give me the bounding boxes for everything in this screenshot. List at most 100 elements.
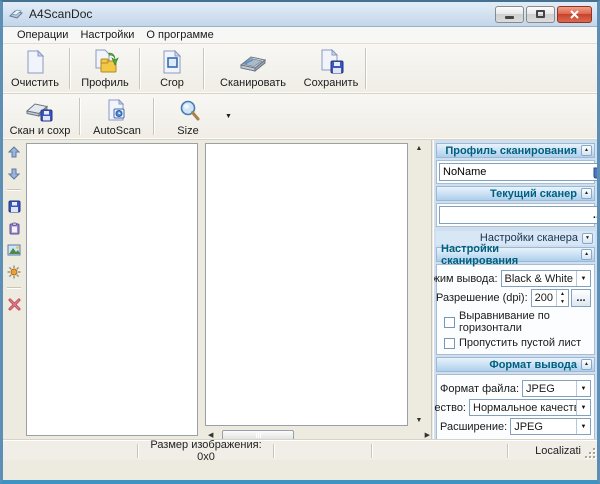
delete-page-button[interactable] (5, 296, 23, 312)
image-button[interactable] (5, 242, 23, 258)
output-format-panel-body: Формат файла: JPEG ▼ Качество: Нормально… (434, 374, 595, 441)
resolution-value: 200 (534, 292, 553, 304)
profile-button-label: Профиль (81, 77, 129, 89)
workspace: ▲ ▼ ◀ ▶ Профиль сканирования ▲ NoName Те… (3, 140, 597, 463)
image-size-status: Размер изображения: 0x0 (150, 438, 262, 463)
status-separator (371, 444, 373, 458)
move-down-button[interactable] (5, 166, 23, 182)
scan-button[interactable]: Сканировать (207, 44, 299, 93)
close-button[interactable] (557, 5, 592, 23)
crop-button[interactable]: Crop (143, 44, 201, 93)
toolbar-separator (7, 287, 21, 289)
output-format-title: Формат вывода (489, 358, 577, 371)
scroll-left-icon[interactable]: ◀ (205, 432, 216, 439)
spin-down-icon[interactable]: ▼ (557, 298, 568, 306)
scan-and-save-button-label: Скан и сохр (9, 125, 71, 137)
preview-vertical-scrollbar[interactable]: ▲ ▼ (408, 143, 430, 426)
scan-settings-panel-body: Режим вывода: Black & White ▼ Разрешение… (434, 264, 595, 355)
move-up-button[interactable] (5, 144, 23, 160)
page-toolbar (3, 140, 25, 460)
menu-about[interactable]: О программе (140, 28, 219, 42)
output-format-panel-header: Формат вывода ▲ (436, 357, 595, 372)
menu-settings[interactable]: Настройки (74, 28, 140, 42)
skip-blank-label: Пропустить пустой лист (459, 337, 582, 349)
app-window: A4ScanDoc Операции Настройки О программе… (0, 0, 600, 484)
extension-value: JPEG (514, 420, 543, 433)
menu-operations[interactable]: Операции (11, 28, 74, 42)
secondary-toolbar: Скан и сохр AutoScan Size ▼ (3, 94, 597, 140)
scanner-name-input[interactable] (439, 206, 588, 224)
pages-list-panel[interactable] (26, 143, 198, 436)
close-icon (570, 9, 579, 19)
status-bar: Размер изображения: 0x0 Localizati (3, 438, 597, 463)
quality-value: Нормальное качество (473, 401, 576, 414)
scanner-select-button[interactable]: ... (588, 206, 597, 224)
collapse-panel-button[interactable]: ▲ (581, 359, 592, 370)
collapse-panel-button[interactable]: ▲ (581, 188, 592, 199)
output-mode-combobox[interactable]: Black & White ▼ (500, 270, 591, 287)
brightness-icon (7, 265, 21, 279)
autoscan-button[interactable]: AutoScan (83, 94, 151, 139)
move-down-icon (8, 168, 20, 180)
clear-button[interactable]: Очистить (3, 44, 67, 93)
skip-blank-checkbox[interactable] (444, 337, 455, 349)
skip-blank-option[interactable]: Пропустить пустой лист (444, 337, 591, 349)
chevron-down-icon: ▼ (576, 381, 590, 396)
profile-button[interactable]: Профиль (73, 44, 137, 93)
resolution-browse-button[interactable]: ... (571, 289, 591, 307)
image-preview-panel[interactable] (205, 143, 408, 426)
scroll-down-icon[interactable]: ▼ (413, 417, 426, 424)
resize-grip[interactable] (584, 447, 596, 459)
extension-combobox[interactable]: JPEG ▼ (510, 418, 591, 435)
save-page-button[interactable] (5, 198, 23, 214)
spin-up-icon[interactable]: ▲ (557, 290, 568, 298)
chevron-down-icon: ▼ (576, 271, 590, 286)
align-horizontal-label: Выравнивание по горизонтали (459, 310, 550, 334)
save-button-label: Сохранить (303, 77, 359, 89)
clear-button-label: Очистить (11, 77, 59, 89)
scan-settings-title: Настройки сканирования (441, 242, 519, 267)
open-profile-button[interactable] (590, 164, 597, 180)
clear-page-icon (27, 49, 45, 74)
paste-icon (9, 222, 19, 234)
align-horizontal-checkbox[interactable] (444, 316, 455, 328)
profile-name-input[interactable] (439, 163, 588, 181)
maximize-icon (536, 10, 545, 18)
toolbar-separator (79, 98, 81, 135)
extension-label: Расширение: (440, 420, 508, 433)
delete-icon (8, 298, 20, 310)
window-title: A4ScanDoc (29, 7, 93, 21)
size-button[interactable]: Size (157, 94, 219, 139)
toolbar-separator (69, 48, 71, 89)
paste-button[interactable] (5, 220, 23, 236)
localization-status: Localizati (535, 444, 581, 457)
profile-panel-title: Профиль сканирования (445, 144, 577, 157)
toolbar-separator (365, 48, 367, 89)
file-format-combobox[interactable]: JPEG ▼ (522, 380, 591, 397)
minimize-button[interactable] (495, 5, 524, 23)
status-separator (137, 444, 139, 458)
output-mode-value: Black & White (504, 272, 573, 285)
image-icon (7, 244, 21, 256)
align-horizontal-option[interactable]: Выравнивание по горизонтали (444, 310, 591, 334)
size-dropdown-arrow[interactable]: ▼ (225, 113, 232, 120)
quality-combobox[interactable]: Нормальное качество ▼ (469, 399, 591, 416)
brightness-button[interactable] (5, 264, 23, 280)
collapse-panel-button[interactable]: ▲ (581, 145, 592, 156)
magnifier-icon (180, 100, 200, 121)
save-button[interactable]: Сохранить (299, 44, 363, 93)
main-toolbar: Очистить Профиль Crop Сканировать Сохран… (3, 44, 597, 94)
size-button-label: Size (177, 125, 199, 137)
scan-and-save-button[interactable]: Скан и сохр (3, 94, 77, 139)
toolbar-separator (7, 189, 21, 191)
profile-icon (95, 49, 119, 73)
collapse-panel-button[interactable]: ▲ (581, 249, 592, 260)
scroll-up-icon[interactable]: ▲ (413, 145, 426, 152)
file-format-value: JPEG (526, 382, 555, 395)
maximize-button[interactable] (526, 5, 555, 23)
resolution-label: Разрешение (dpi): (435, 292, 528, 304)
expand-panel-button[interactable]: ▼ (582, 232, 593, 244)
resolution-spinner[interactable]: 200 ▲ ▼ (530, 289, 569, 307)
app-icon (8, 7, 24, 21)
scanner-panel-title: Текущий сканер (490, 187, 577, 200)
